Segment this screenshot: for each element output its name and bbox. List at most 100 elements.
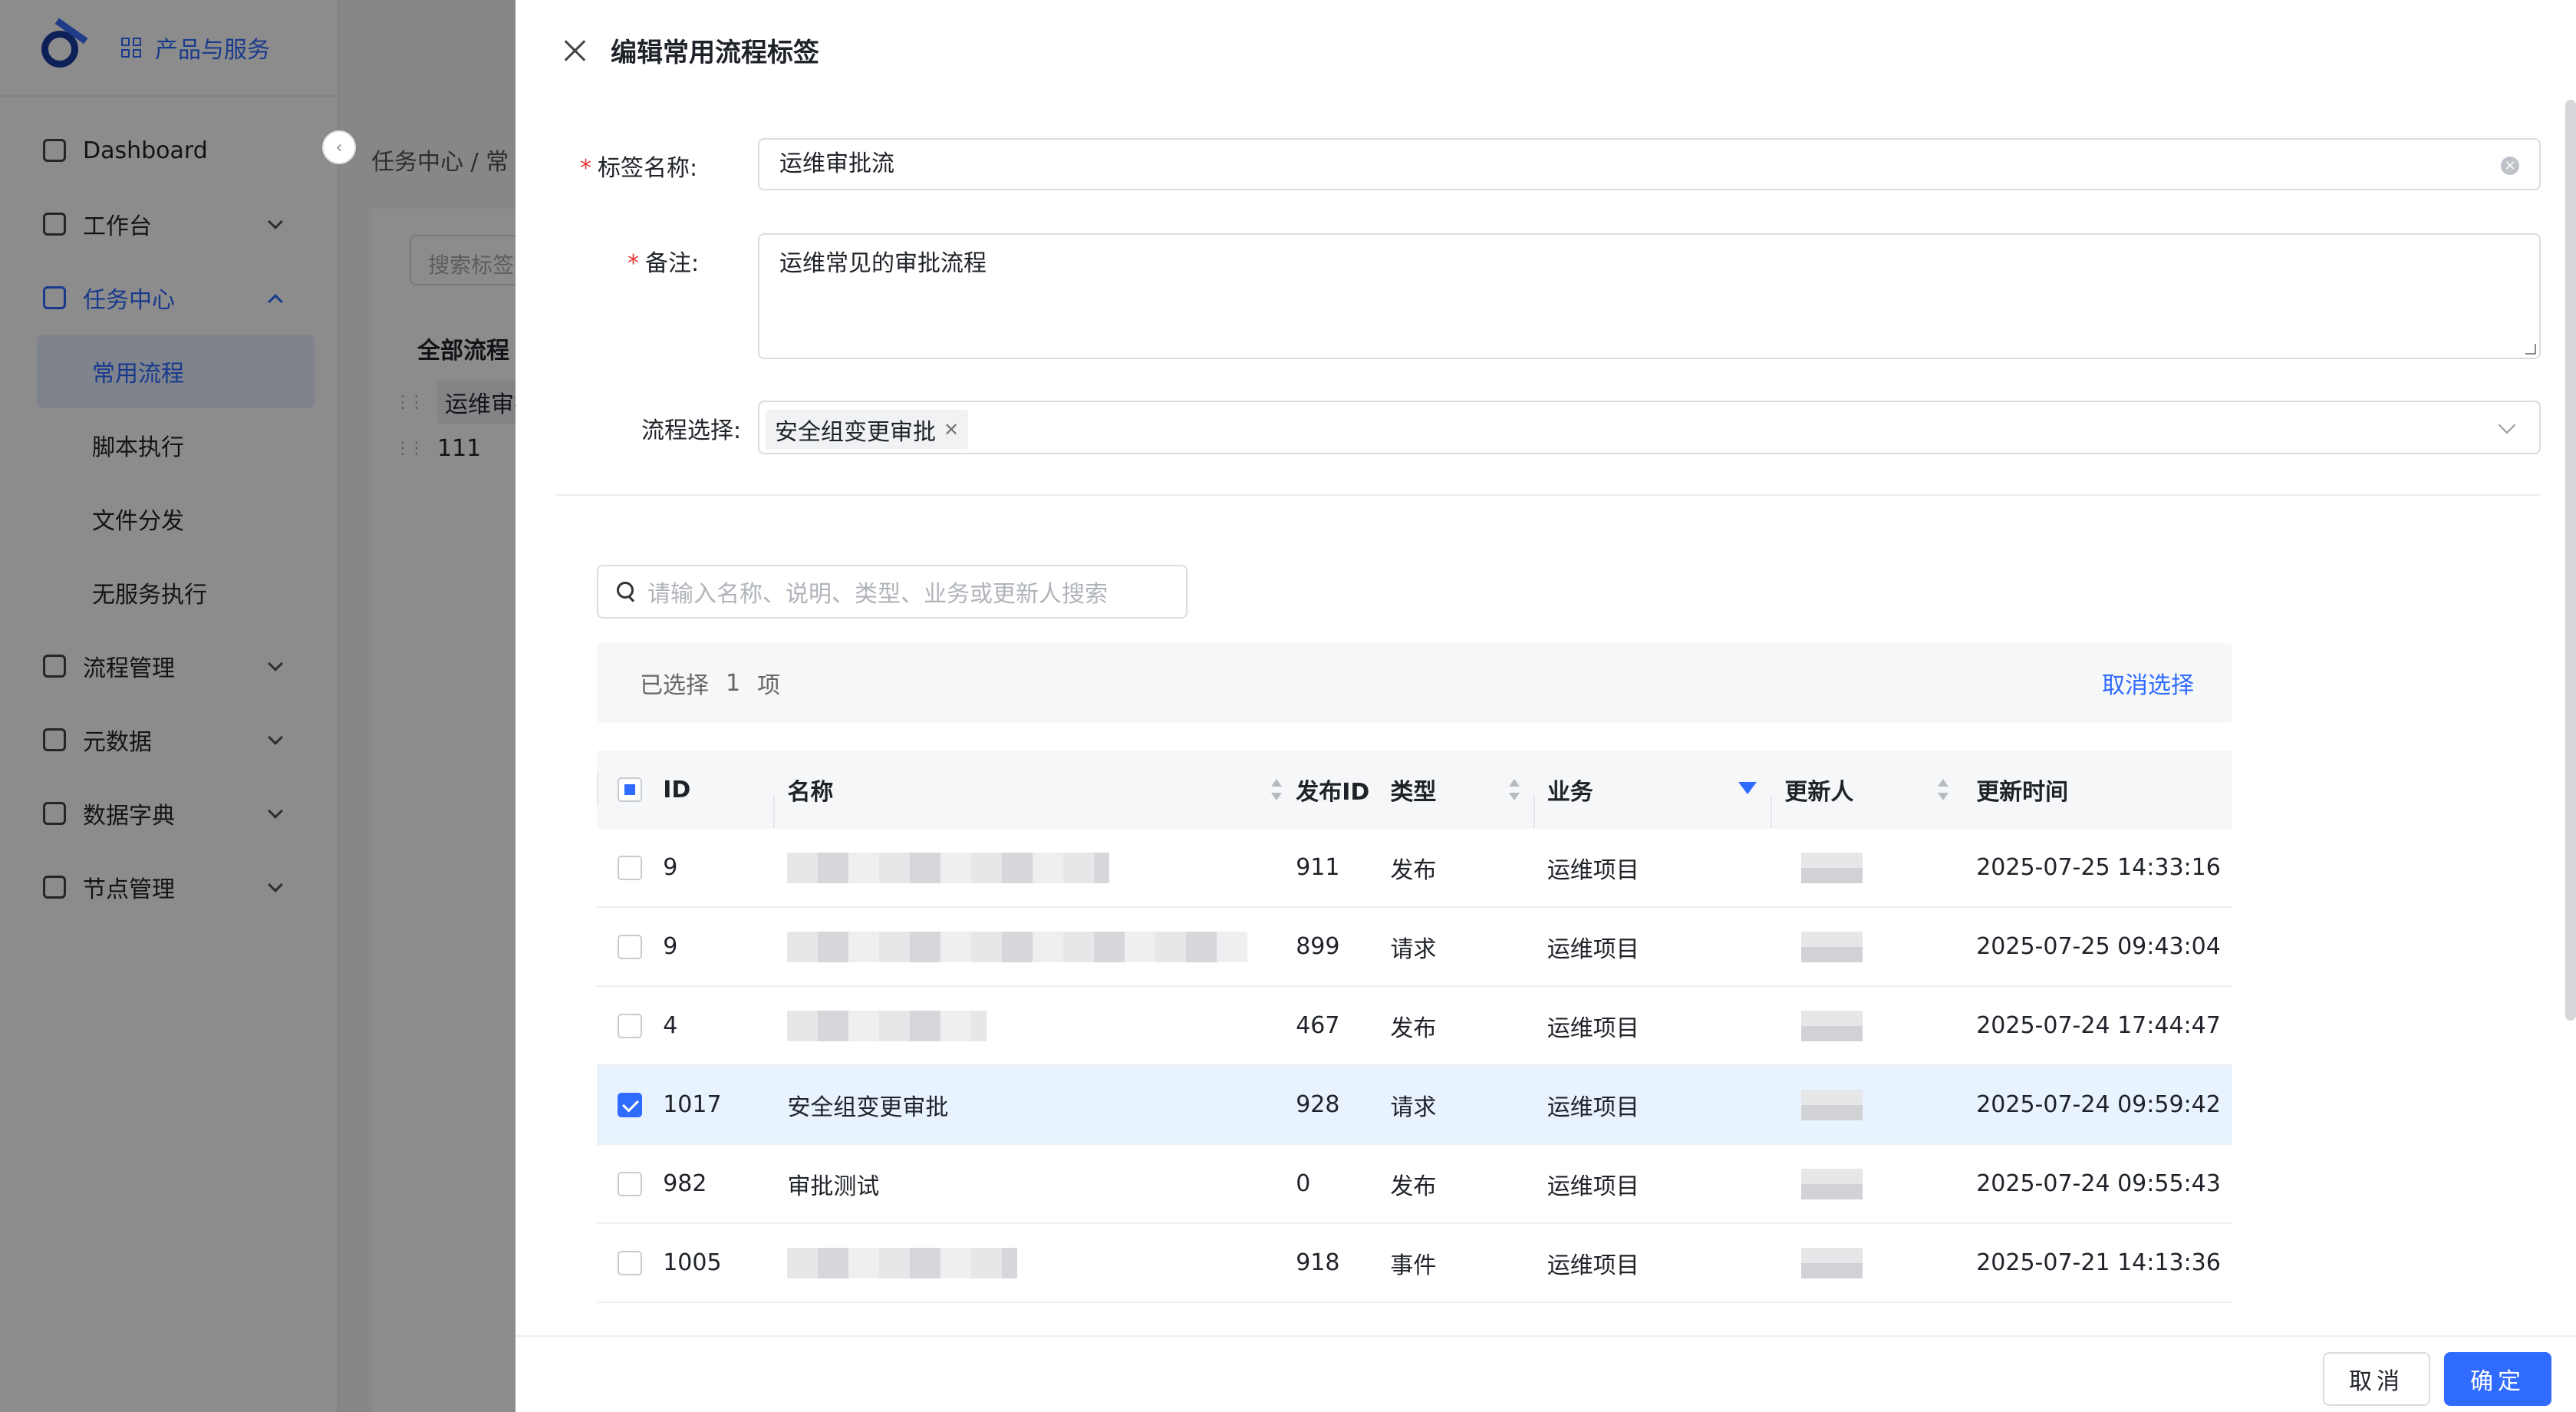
row-id: 4 — [663, 1012, 678, 1039]
redacted-updater — [1801, 1247, 1863, 1278]
table-body: 9 911 发布 运维项目 2025-07-25 14:33:16 9 899 … — [597, 829, 2232, 1303]
select-all-checkbox[interactable] — [618, 777, 643, 802]
row-update-time: 2025-07-24 09:55:43 — [1976, 1170, 2221, 1197]
resize-handle-icon[interactable] — [2525, 344, 2536, 355]
header-name-label: 名称 — [787, 779, 834, 806]
row-business: 运维项目 — [1547, 1094, 1639, 1121]
row-name: 安全组变更审批 — [787, 1094, 949, 1121]
table-search-input[interactable]: 请输入名称、说明、类型、业务或更新人搜索 — [597, 565, 1188, 619]
row-type: 事件 — [1390, 1252, 1437, 1279]
table-header: ID 名称 发布ID 类型 业务 更新人 更新时间 — [597, 751, 2232, 829]
row-checkbox[interactable] — [618, 1013, 643, 1038]
row-checkbox[interactable] — [618, 934, 643, 959]
header-type-label: 类型 — [1390, 779, 1437, 806]
selected-count: 1 — [726, 669, 741, 697]
flow-table: ID 名称 发布ID 类型 业务 更新人 更新时间 9 911 发布 运维项目 … — [597, 751, 2232, 1334]
row-business: 运维项目 — [1547, 1252, 1639, 1279]
tag-name-input[interactable]: 运维审批流 × — [758, 138, 2541, 190]
tag-name-value: 运维审批流 — [779, 150, 894, 177]
row-update-time: 2025-07-24 17:44:47 — [1976, 1012, 2221, 1039]
row-business: 运维项目 — [1547, 935, 1639, 963]
cancel-selection-link[interactable]: 取消选择 — [2102, 666, 2194, 700]
tag-close-icon[interactable]: ✕ — [944, 419, 959, 440]
confirm-button[interactable]: 确定 — [2444, 1352, 2551, 1406]
table-row[interactable]: 4 467 发布 运维项目 2025-07-24 17:44:47 — [597, 987, 2232, 1066]
row-type: 发布 — [1390, 856, 1437, 884]
cancel-button[interactable]: 取消 — [2323, 1352, 2430, 1406]
drawer-footer: 取消 确定 — [516, 1335, 2576, 1412]
row-publish-id: 0 — [1296, 1170, 1311, 1197]
row-id: 982 — [663, 1170, 707, 1197]
table-row[interactable]: 982 审批测试 0 发布 运维项目 2025-07-24 09:55:43 — [597, 1145, 2232, 1224]
sort-icon[interactable] — [1938, 779, 1949, 800]
remark-value: 运维常见的审批流程 — [779, 250, 987, 277]
row-id: 9 — [663, 854, 678, 881]
row-type: 发布 — [1390, 1014, 1437, 1042]
selected-suffix: 项 — [757, 672, 781, 699]
collapse-sidebar-button[interactable]: ‹ — [322, 130, 356, 164]
remark-label: * 备注: — [628, 250, 700, 277]
header-id: ID — [663, 776, 691, 803]
row-id: 9 — [663, 933, 678, 960]
redacted-name — [787, 852, 1110, 883]
table-row[interactable]: 9 899 请求 运维项目 2025-07-25 09:43:04 — [597, 908, 2232, 987]
row-name: 审批测试 — [787, 1173, 880, 1200]
drawer-header: 编辑常用流程标签 — [516, 0, 2576, 100]
clear-icon[interactable]: × — [2501, 157, 2519, 175]
search-icon — [617, 582, 637, 602]
divider — [555, 494, 2541, 496]
search-placeholder: 请输入名称、说明、类型、业务或更新人搜索 — [647, 581, 1108, 608]
row-publish-id: 918 — [1296, 1249, 1340, 1276]
row-update-time: 2025-07-25 09:43:04 — [1976, 933, 2221, 960]
header-name[interactable]: 名称 — [773, 773, 1296, 828]
filter-icon[interactable] — [1738, 782, 1757, 794]
selection-bar: 已选择 1 项 取消选择 — [597, 643, 2232, 723]
sort-icon[interactable] — [1508, 779, 1520, 800]
remark-textarea[interactable]: 运维常见的审批流程 — [758, 233, 2541, 359]
row-update-time: 2025-07-24 09:59:42 — [1976, 1091, 2221, 1118]
row-publish-id: 928 — [1296, 1091, 1340, 1118]
row-publish-id: 467 — [1296, 1012, 1340, 1039]
header-update-time: 更新时间 — [597, 773, 2232, 807]
redacted-updater — [1801, 1089, 1863, 1120]
flow-select[interactable]: 安全组变更审批 ✕ — [758, 401, 2541, 454]
redacted-updater — [1801, 852, 1863, 883]
header-publish-id: 发布ID — [1296, 779, 1370, 806]
row-business: 运维项目 — [1547, 1014, 1639, 1042]
drawer-title: 编辑常用流程标签 — [611, 37, 819, 68]
close-icon[interactable] — [563, 38, 586, 61]
selected-prefix: 已选择 — [640, 672, 709, 699]
row-id: 1005 — [663, 1249, 722, 1276]
row-checkbox[interactable] — [618, 1092, 643, 1117]
redacted-name — [787, 931, 1248, 962]
header-updater-label: 更新人 — [1784, 779, 1854, 806]
drawer-scrollbar[interactable] — [2565, 100, 2576, 1021]
header-updater[interactable]: 更新人 — [1771, 773, 1962, 828]
edit-tag-drawer: 编辑常用流程标签 * 标签名称: 运维审批流 × * 备注: 运维常见的审批流程 流… — [516, 0, 2576, 1412]
chevron-down-icon[interactable] — [2498, 416, 2516, 434]
row-checkbox[interactable] — [618, 1171, 643, 1196]
row-id: 1017 — [663, 1091, 722, 1118]
table-row[interactable]: 9 911 发布 运维项目 2025-07-25 14:33:16 — [597, 829, 2232, 908]
header-type[interactable]: 类型 — [1390, 773, 1533, 807]
row-business: 运维项目 — [1547, 856, 1639, 884]
row-update-time: 2025-07-21 14:13:36 — [1976, 1249, 2221, 1276]
row-checkbox[interactable] — [618, 855, 643, 880]
header-business[interactable]: 业务 — [1533, 773, 1771, 828]
row-update-time: 2025-07-25 14:33:16 — [1976, 854, 2221, 881]
row-business: 运维项目 — [1547, 1173, 1639, 1200]
header-business-label: 业务 — [1547, 779, 1593, 806]
sort-icon[interactable] — [1271, 779, 1283, 800]
chevron-left-icon: ‹ — [335, 137, 343, 157]
row-type: 请求 — [1390, 1094, 1437, 1121]
redacted-name — [787, 1247, 1018, 1278]
row-checkbox[interactable] — [618, 1250, 643, 1275]
table-row[interactable]: 1017 安全组变更审批 928 请求 运维项目 2025-07-24 09:5… — [597, 1066, 2232, 1145]
redacted-name — [787, 1010, 987, 1041]
redacted-updater — [1801, 1010, 1863, 1041]
row-type: 发布 — [1390, 1173, 1437, 1200]
table-row[interactable]: 1005 918 事件 运维项目 2025-07-21 14:13:36 — [597, 1224, 2232, 1303]
redacted-updater — [1801, 931, 1863, 962]
row-publish-id: 899 — [1296, 933, 1340, 960]
row-publish-id: 911 — [1296, 854, 1340, 881]
